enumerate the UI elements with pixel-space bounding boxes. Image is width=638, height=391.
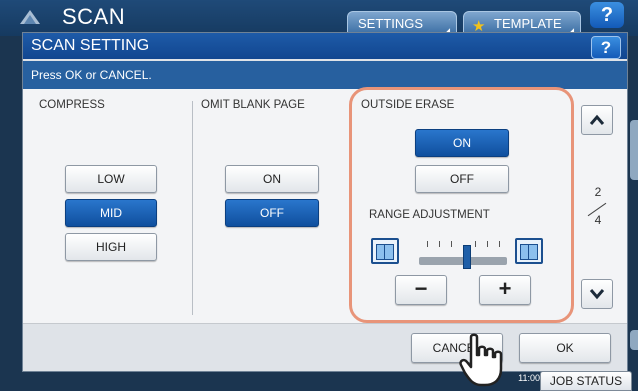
divider — [192, 101, 193, 315]
chevron-down-icon — [589, 289, 605, 300]
slider-tick — [451, 241, 452, 247]
omit-blank-off-button[interactable]: OFF — [225, 199, 319, 227]
range-slider-knob[interactable] — [463, 245, 472, 269]
range-minus-button[interactable]: − — [395, 275, 447, 305]
app-title: SCAN — [62, 4, 126, 29]
page-down-button[interactable] — [581, 279, 613, 309]
dialog-help-button[interactable]: ? — [591, 36, 621, 59]
slider-tick — [475, 241, 476, 247]
compress-label: COMPRESS — [39, 99, 105, 111]
scan-setting-dialog: SCAN SETTING ? Press OK or CANCEL. COMPR… — [22, 32, 628, 387]
omit-blank-page-label: OMIT BLANK PAGE — [201, 99, 305, 111]
side-tab — [630, 330, 638, 350]
clock: 11:00 — [518, 373, 540, 383]
small-book-icon — [371, 238, 399, 264]
job-status-button[interactable]: JOB STATUS — [540, 371, 632, 391]
page-total: 4 — [594, 213, 602, 227]
dialog-title-text: SCAN SETTING — [31, 37, 150, 54]
dialog-title: SCAN SETTING — [23, 33, 627, 59]
compress-high-button[interactable]: HIGH — [65, 233, 157, 261]
omit-blank-on-button[interactable]: ON — [225, 165, 319, 193]
page-up-button[interactable] — [581, 105, 613, 135]
compress-mid-button[interactable]: MID — [65, 199, 157, 227]
slider-tick — [439, 241, 440, 247]
focus-highlight — [349, 87, 574, 323]
page-current: 2 — [594, 185, 602, 199]
template-tab-label: TEMPLATE — [494, 16, 562, 31]
slider-tick — [499, 241, 500, 247]
side-tab — [630, 120, 638, 180]
slider-tick — [487, 241, 488, 247]
slider-tick — [427, 241, 428, 247]
chevron-up-icon — [589, 114, 605, 125]
scan-app-icon — [20, 10, 40, 24]
compress-low-button[interactable]: LOW — [65, 165, 157, 193]
ok-button[interactable]: OK — [519, 333, 611, 363]
range-plus-button[interactable]: + — [479, 275, 531, 305]
app-header: SCAN SETTINGS ◢ ★ TEMPLATE ◢ ? — [0, 0, 638, 36]
app-help-button[interactable]: ? — [590, 2, 624, 28]
large-book-icon — [515, 238, 543, 264]
dialog-message: Press OK or CANCEL. — [23, 61, 627, 89]
settings-tab-label: SETTINGS — [358, 16, 424, 31]
